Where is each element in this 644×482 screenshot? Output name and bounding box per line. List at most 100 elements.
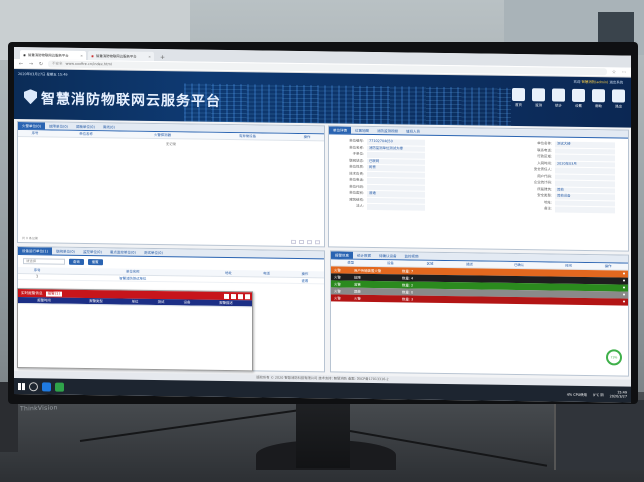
nav-monitor[interactable]: 监测 — [530, 88, 547, 110]
first-page-button[interactable] — [291, 239, 296, 244]
field-value[interactable]: 已联网 — [367, 158, 425, 165]
top-nav: 首页 监测 统计 设置 帮助 退出 — [510, 87, 627, 112]
column-header[interactable]: 单位 — [122, 298, 148, 305]
back-icon[interactable]: ← — [18, 61, 24, 67]
field-value[interactable]: 其他设备 — [555, 193, 615, 200]
browser-tab[interactable]: ◉ 智慧消防物联网云服务平台 × — [20, 50, 86, 61]
search-button[interactable]: 查询 — [69, 258, 84, 265]
tab-favicon-icon: ◉ — [23, 52, 26, 57]
new-tab-button[interactable]: + — [156, 54, 169, 61]
field-label: 单位名称: — [537, 141, 552, 146]
nav-stats[interactable]: 统计 — [550, 88, 567, 110]
popup-close-icon[interactable] — [245, 293, 250, 299]
nav-help[interactable]: 帮助 — [590, 89, 607, 111]
tab-statistics[interactable]: 统计数据 — [353, 252, 375, 259]
column-header[interactable]: 设备 — [174, 299, 200, 306]
tab-pending-devices[interactable]: 待确认设备 — [375, 252, 401, 259]
tab-monitor-units[interactable]: 监控单位(0) — [79, 248, 106, 255]
column-header[interactable]: 时间 — [548, 262, 589, 270]
forward-icon[interactable]: → — [28, 61, 34, 67]
nav-settings[interactable]: 设置 — [570, 88, 587, 111]
column-header[interactable]: 区域 — [410, 260, 450, 268]
close-tab-icon[interactable]: × — [80, 53, 83, 57]
tab-offline-units[interactable]: 离线(0) — [99, 123, 119, 130]
column-header[interactable]: 序号 — [18, 130, 52, 137]
clock[interactable]: 15:49 2020/3/27 — [610, 390, 627, 398]
field-value[interactable] — [367, 171, 425, 178]
nav-logout[interactable]: 退出 — [610, 89, 627, 111]
tab-running-units[interactable]: 设备运行单位(1) — [18, 247, 52, 255]
tab-duty[interactable]: 值班人员 — [402, 127, 424, 134]
column-header[interactable]: 报警类型 — [70, 297, 122, 305]
field-value[interactable]: 民营 — [367, 164, 425, 172]
popup-maximize-icon[interactable] — [238, 293, 243, 299]
reset-button[interactable]: 重置 — [87, 259, 103, 266]
column-header[interactable]: 设备 — [370, 259, 411, 267]
logout-link[interactable]: 退出系统 — [609, 80, 623, 84]
prev-page-button[interactable] — [299, 239, 304, 244]
menu-icon[interactable]: ⋯ — [621, 69, 627, 75]
column-header[interactable]: 类型 — [331, 259, 371, 266]
row-unit-name[interactable]: 智慧消防测试单位 — [56, 273, 210, 282]
nav-label: 统计 — [555, 103, 562, 108]
field-value[interactable] — [555, 180, 615, 187]
browser-tab[interactable]: ◉ 智慧消防物联网云服务平台 × — [88, 51, 154, 61]
field-value[interactable]: 普通 — [367, 190, 425, 198]
tab-shield-units[interactable]: 屏蔽单位(0) — [72, 123, 99, 130]
tab-key-units[interactable]: 重点监控单位(0) — [106, 248, 140, 255]
field-value[interactable] — [555, 154, 615, 161]
edge-icon[interactable] — [42, 381, 51, 392]
field-label: 入网时间: — [537, 160, 552, 166]
field-value[interactable] — [555, 167, 615, 174]
field-value[interactable] — [367, 184, 425, 191]
tab-location-map[interactable]: 位置地图 — [351, 127, 373, 134]
star-icon[interactable]: ☆ — [611, 69, 617, 75]
chrome-icon[interactable] — [55, 382, 64, 392]
field-value[interactable] — [555, 148, 615, 155]
field-value[interactable]: 其他 — [555, 187, 615, 194]
field-value[interactable] — [367, 151, 425, 159]
column-header[interactable]: 测试 — [148, 298, 174, 306]
status-dot-icon — [623, 272, 625, 275]
field-value[interactable]: 消防监测单位测试大楼 — [367, 145, 425, 152]
tab-video[interactable]: 消防监测视频 — [373, 127, 402, 134]
field-value[interactable]: 2020年03月 — [555, 161, 615, 168]
tab-test-units[interactable]: 测试单位(0) — [140, 249, 167, 256]
search-icon[interactable] — [29, 381, 38, 391]
column-header[interactable]: 描述 — [449, 261, 490, 268]
field-value[interactable] — [367, 203, 425, 211]
tab-network-units[interactable]: 联网单位(0) — [52, 248, 79, 255]
field-value[interactable] — [367, 177, 425, 185]
column-header[interactable]: 报警时间 — [18, 297, 70, 304]
next-page-button[interactable] — [307, 239, 312, 244]
field-value[interactable] — [555, 174, 615, 181]
field-label: 法人: — [356, 203, 364, 208]
tab-fault-units[interactable]: 故障单位(0) — [45, 122, 72, 129]
shield-icon — [24, 89, 37, 104]
windows-start-icon[interactable] — [18, 382, 25, 390]
field-label: 单位代码: — [349, 184, 364, 189]
tab-alarm-info[interactable]: 报警信息 — [331, 251, 353, 259]
status-dot-icon — [623, 293, 625, 296]
popup-minimize-icon[interactable] — [231, 293, 236, 299]
reload-icon[interactable]: ↻ — [38, 61, 44, 67]
field-value[interactable] — [555, 206, 615, 213]
last-page-button[interactable] — [315, 239, 320, 244]
tab-monitor-video[interactable]: 监控视频 — [401, 252, 423, 259]
field-value[interactable]: 测试大楼 — [555, 141, 615, 148]
field-value[interactable] — [555, 200, 615, 207]
tab-unit-detail[interactable]: 单位详情 — [329, 126, 351, 134]
field-value[interactable] — [367, 197, 425, 204]
unit-select[interactable]: 请选择 — [23, 258, 65, 265]
row-view-link[interactable]: 查看 — [285, 276, 324, 284]
nav-home[interactable]: 首页 — [510, 87, 527, 110]
field-value[interactable]: 77102704650 — [367, 138, 425, 146]
tab-fire-units[interactable]: 火警单位(0) — [18, 122, 45, 130]
popup-refresh-icon[interactable] — [224, 293, 229, 299]
column-header[interactable]: 报警描述 — [200, 299, 252, 307]
close-tab-icon[interactable]: × — [148, 54, 151, 58]
